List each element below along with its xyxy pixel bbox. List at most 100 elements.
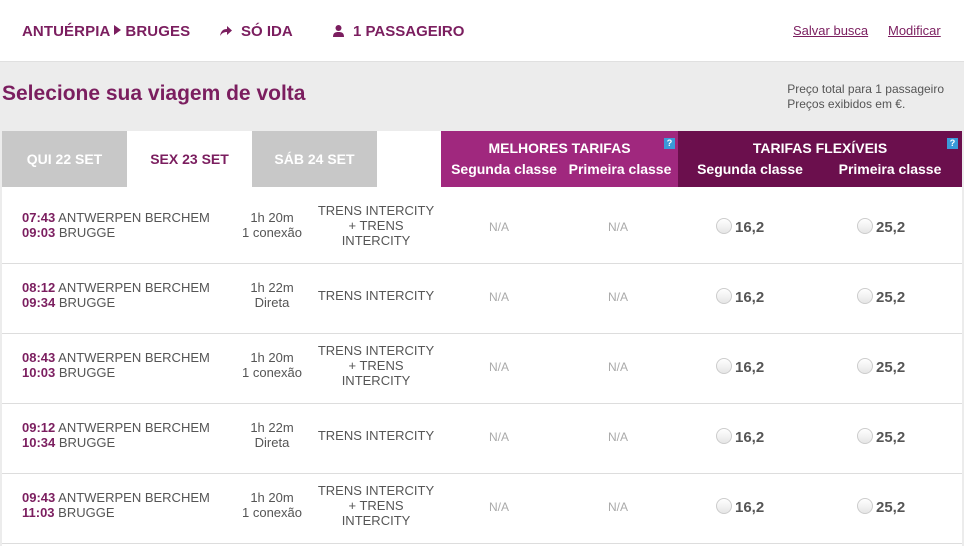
journey-times: 08:12 ANTWERPEN BERCHEM 09:34 BRUGGE [22, 280, 210, 310]
departure-station: ANTWERPEN BERCHEM [58, 210, 210, 225]
train-line-2: + TRENS [348, 498, 404, 513]
radio-button[interactable] [857, 288, 873, 304]
journey-times: 09:43 ANTWERPEN BERCHEM 11:03 BRUGGE [22, 490, 210, 520]
radio-button[interactable] [716, 288, 732, 304]
search-summary-bar: ANTUÉRPIA BRUGES SÓ IDA 1 PASSAGEIRO Salv… [0, 0, 964, 62]
save-search-link[interactable]: Salvar busca [793, 23, 868, 38]
departure-station: ANTWERPEN BERCHEM [58, 420, 210, 435]
flex-second-class-fare[interactable]: 16,2 [716, 288, 764, 306]
best-first-class-fare: N/A [607, 290, 628, 304]
arrival-time: 10:34 [22, 435, 56, 450]
flex-first-class-label: Primeira classe [838, 161, 942, 177]
best-second-class-fare: N/A [488, 220, 509, 234]
fare-price: 25,2 [876, 289, 906, 306]
radio-button[interactable] [857, 498, 873, 514]
journey-duration: 1h 22m Direta [227, 280, 317, 310]
train-line-1: TRENS INTERCITY [317, 428, 435, 443]
arrival-time: 10:03 [22, 365, 56, 380]
arrival-time: 11:03 [22, 505, 55, 520]
radio-button[interactable] [857, 428, 873, 444]
fare-price: 16,2 [735, 289, 765, 306]
fare-price: 16,2 [735, 359, 765, 376]
journey-row[interactable]: 09:43 ANTWERPEN BERCHEM 11:03 BRUGGE 1h … [2, 474, 962, 544]
journey-row[interactable]: 09:12 ANTWERPEN BERCHEM 10:34 BRUGGE 1h … [2, 404, 962, 474]
flex-second-class-fare[interactable]: 16,2 [716, 428, 764, 446]
help-icon[interactable]: ? [947, 138, 958, 149]
connections-value: 1 conexão [242, 225, 302, 240]
departure-time: 07:43 [22, 210, 56, 225]
fare-price: 25,2 [876, 499, 906, 516]
page-title: Selecione sua viagem de volta [2, 82, 306, 105]
tab-next-day[interactable]: SÁB 24 SET [252, 131, 377, 187]
departure-time: 08:12 [22, 280, 56, 295]
journey-duration: 1h 20m 1 conexão [227, 350, 317, 380]
flex-first-class-fare[interactable]: 25,2 [857, 218, 905, 236]
best-first-class-fare: N/A [607, 500, 628, 514]
duration-value: 1h 20m [250, 350, 294, 365]
flex-first-class-fare[interactable]: 25,2 [857, 498, 905, 516]
train-line-1: TRENS INTERCITY [317, 483, 435, 498]
journey-times: 09:12 ANTWERPEN BERCHEM 10:34 BRUGGE [22, 420, 210, 450]
arrival-station: BRUGGE [58, 365, 116, 380]
radio-button[interactable] [857, 218, 873, 234]
person-icon [333, 25, 344, 37]
trip-type-label: SÓ IDA [241, 23, 293, 40]
journey-row[interactable]: 08:12 ANTWERPEN BERCHEM 09:34 BRUGGE 1h … [2, 264, 962, 334]
best-second-class-label: Segunda classe [451, 161, 557, 177]
duration-value: 1h 20m [250, 490, 294, 505]
best-first-class-fare: N/A [607, 220, 628, 234]
train-type: TRENS INTERCITY + TRENS INTERCITY [312, 203, 440, 248]
flex-first-class-fare[interactable]: 25,2 [857, 288, 905, 306]
best-second-class-fare: N/A [488, 500, 509, 514]
passenger-label: 1 PASSAGEIRO [353, 23, 465, 40]
radio-button[interactable] [716, 358, 732, 374]
departure-station: ANTWERPEN BERCHEM [58, 280, 210, 295]
origin-label: ANTUÉRPIA [22, 23, 111, 40]
radio-button[interactable] [716, 428, 732, 444]
best-second-class-fare: N/A [488, 430, 509, 444]
best-second-class-fare: N/A [488, 360, 509, 374]
flex-fares-title: TARIFAS FLEXÍVEIS [752, 140, 888, 156]
fare-price: 16,2 [735, 429, 765, 446]
train-type: TRENS INTERCITY [312, 428, 440, 443]
train-line-2: + TRENS [348, 218, 404, 233]
tab-prev-day[interactable]: QUI 22 SET [2, 131, 127, 187]
arrow-right-icon [114, 25, 122, 35]
flex-second-class-fare[interactable]: 16,2 [716, 218, 764, 236]
best-fares-header: MELHORES TARIFAS ? Segunda classe Primei… [441, 131, 678, 187]
journey-times: 07:43 ANTWERPEN BERCHEM 09:03 BRUGGE [22, 210, 210, 240]
flex-first-class-fare[interactable]: 25,2 [857, 358, 905, 376]
departure-time: 08:43 [22, 350, 56, 365]
connections-value: Direta [254, 435, 290, 450]
fare-price: 25,2 [876, 429, 906, 446]
flex-first-class-fare[interactable]: 25,2 [857, 428, 905, 446]
duration-value: 1h 22m [250, 280, 294, 295]
radio-button[interactable] [716, 218, 732, 234]
train-line-2: + TRENS [348, 358, 404, 373]
flex-fares-header: TARIFAS FLEXÍVEIS ? Segunda classe Prime… [678, 131, 962, 187]
journey-row[interactable]: 07:43 ANTWERPEN BERCHEM 09:03 BRUGGE 1h … [2, 194, 962, 264]
best-first-class-label: Primeira classe [568, 161, 672, 177]
passenger-count: 1 PASSAGEIRO [333, 23, 464, 40]
radio-button[interactable] [716, 498, 732, 514]
train-type: TRENS INTERCITY + TRENS INTERCITY [312, 483, 440, 528]
departure-time: 09:12 [22, 420, 56, 435]
fare-price: 25,2 [876, 359, 906, 376]
journey-row[interactable]: 08:43 ANTWERPEN BERCHEM 10:03 BRUGGE 1h … [2, 334, 962, 404]
flex-second-class-fare[interactable]: 16,2 [716, 358, 764, 376]
connections-value: 1 conexão [242, 505, 302, 520]
departure-station: ANTWERPEN BERCHEM [58, 350, 210, 365]
radio-button[interactable] [857, 358, 873, 374]
flex-second-class-fare[interactable]: 16,2 [716, 498, 764, 516]
help-icon[interactable]: ? [664, 138, 675, 149]
duration-value: 1h 22m [250, 420, 294, 435]
tab-selected-day[interactable]: SEX 23 SET [127, 131, 252, 187]
route: ANTUÉRPIA BRUGES [22, 23, 190, 40]
train-line-1: TRENS INTERCITY [317, 343, 435, 358]
price-note: Preço total para 1 passageiro Preços exi… [787, 82, 944, 112]
modify-link[interactable]: Modificar [888, 23, 941, 38]
journey-duration: 1h 20m 1 conexão [227, 210, 317, 240]
duration-value: 1h 20m [250, 210, 294, 225]
fare-price: 16,2 [735, 219, 765, 236]
journey-duration: 1h 22m Direta [227, 420, 317, 450]
